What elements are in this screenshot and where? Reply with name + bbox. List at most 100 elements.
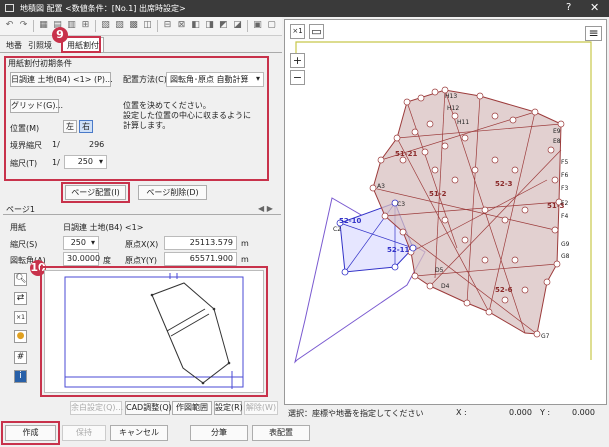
origin-y-unit: m [241, 255, 249, 264]
page-scale-select[interactable]: 250 ▾ [63, 236, 99, 250]
origin-x-unit: m [241, 239, 249, 248]
point-label: E8 [553, 138, 561, 145]
status-y-value: 0.000 [572, 408, 595, 417]
status-text: 選択：座標や地番を指定してください [288, 409, 424, 418]
fit-view-icon[interactable]: ▭ [309, 24, 324, 39]
tool-icon[interactable]: ⊟ [162, 20, 173, 31]
paper-select-button[interactable]: 日調連 土地(B4) <1> (P)... [10, 72, 113, 87]
tool-icon[interactable]: ▧ [100, 20, 111, 31]
arrange-button[interactable]: 表配置 [252, 425, 310, 441]
map-svg: 51-21 51-2 52-3 51-3 52-10 52-11 52-6 A3… [294, 41, 592, 364]
tool-icon[interactable]: ▩ [128, 20, 139, 31]
bottom-bar: 作成 保持 キャンセル 分筆 表配置 [0, 421, 609, 447]
page-preview[interactable] [44, 270, 264, 393]
menu-icon[interactable]: ≡ [585, 26, 602, 41]
page-nav-arrows[interactable]: ◀ ▶ [258, 204, 273, 213]
tab-reference[interactable]: 引照境 [28, 40, 52, 51]
tool-icon[interactable]: ▦ [38, 20, 49, 31]
zoom-in-button[interactable]: + [290, 53, 305, 68]
parcel-label: 52-6 [495, 286, 513, 294]
grid-button[interactable]: グリッド(G)... [10, 99, 63, 113]
scale-select[interactable]: 250 ▾ [64, 155, 107, 169]
cancel-button[interactable]: キャンセル [110, 425, 168, 441]
boundary-scale-prefix: 1/ [52, 140, 60, 149]
status-y-label: Y : [540, 408, 551, 417]
scale-x1-icon[interactable]: ×1 [14, 311, 27, 324]
point-label: H11 [457, 119, 469, 126]
boundary-scale-value: 296 [89, 140, 105, 149]
margin-settings-button[interactable]: 余白設定(Q)... [70, 401, 123, 415]
rotation-field[interactable]: 30.0000 [63, 252, 100, 266]
page-place-button[interactable]: ページ配置(I) [65, 185, 126, 200]
position-right-button[interactable]: 右 [79, 120, 93, 133]
tool-icon[interactable]: ▨ [114, 20, 125, 31]
point-label: F2 [561, 200, 568, 207]
split-button[interactable]: 分筆 [190, 425, 248, 441]
point-label: A3 [377, 183, 385, 190]
origin-x-label: 原点X(X) [125, 240, 159, 249]
position-label: 位置(M) [10, 124, 40, 133]
settings-button[interactable]: 設定(R) [214, 401, 243, 415]
point-label: C2 [333, 226, 341, 233]
undo-icon[interactable]: ↶ [4, 20, 15, 31]
tool-icon[interactable]: ◧ [190, 20, 201, 31]
grid-icon[interactable]: # [14, 351, 27, 364]
tool-icon[interactable]: ◩ [218, 20, 229, 31]
search-icon[interactable]: 🔍︎ [14, 273, 27, 286]
point-label: F4 [561, 213, 568, 220]
title-bar: 地積図 配置 <数値条件：[No.1] 出席時設定> ? ✕ [0, 0, 609, 17]
tool-icon[interactable]: ⊠ [176, 20, 187, 31]
position-left-button[interactable]: 左 [63, 120, 77, 133]
parcel-label: 52-10 [339, 217, 362, 225]
app-icon [5, 4, 14, 12]
zoom-out-button[interactable]: − [290, 70, 305, 85]
tool-icon[interactable]: ⊞ [80, 20, 91, 31]
info-icon[interactable]: i [14, 370, 27, 383]
parcel-label: 51-2 [429, 190, 447, 198]
method-select[interactable]: 図転角･原点 自動計算 ▾ [166, 72, 264, 87]
map-view[interactable]: 51-21 51-2 52-3 51-3 52-10 52-11 52-6 A3… [284, 19, 607, 405]
cad-adjust-button[interactable]: CAD調整(Q) [125, 401, 172, 415]
point-label: F3 [561, 185, 568, 192]
tab-lot[interactable]: 地番 [6, 40, 22, 51]
point-label: H13 [445, 93, 457, 100]
release-button[interactable]: 解除(W) [244, 401, 278, 415]
toolbar: ↶ ↷ ▦ ▤ ▥ ⊞ ▧ ▨ ▩ ◫ ⊟ ⊠ ◧ ◨ ◩ ◪ ▣ ▢ [0, 17, 282, 36]
close-button[interactable]: ✕ [590, 1, 599, 14]
status-bar: 選択：座標や地番を指定してください X : 0.000 Y : 0.000 [284, 407, 607, 419]
tool-icon[interactable]: ▥ [66, 20, 77, 31]
page-scale-label: 縮尺(S) [10, 240, 38, 249]
point-label: G7 [541, 333, 550, 340]
method-label: 配置方法(C) [123, 75, 167, 84]
page-paper-label: 用紙 [10, 223, 26, 232]
draw-range-button[interactable]: 作図範囲 [172, 401, 212, 415]
keep-button[interactable]: 保持 [62, 425, 106, 441]
point-label: C3 [397, 201, 405, 208]
point-label: G8 [561, 253, 570, 260]
create-button[interactable]: 作成 [5, 425, 56, 441]
help-button[interactable]: ? [566, 2, 571, 13]
origin-y-field[interactable]: 65571.900 [164, 252, 237, 266]
transfer-icon[interactable]: ⇄ [14, 292, 27, 305]
bulb-icon[interactable]: ● [14, 330, 27, 343]
page-paper-value: 日調連 土地(B4) <1> [63, 223, 144, 232]
page-delete-button[interactable]: ページ削除(D) [138, 185, 207, 200]
note-line3: 計算します。 [123, 121, 171, 130]
tool-icon[interactable]: ◫ [142, 20, 153, 31]
point-label: D4 [441, 283, 450, 290]
preview-svg [64, 273, 244, 389]
scale-x1-button[interactable]: ×1 [290, 24, 305, 39]
tool-icon[interactable]: ◨ [204, 20, 215, 31]
redo-icon[interactable]: ↷ [18, 20, 29, 31]
origin-x-field[interactable]: 25113.579 [164, 236, 237, 250]
scale-prefix: 1/ [52, 158, 60, 167]
tool-icon[interactable]: ▣ [252, 20, 263, 31]
parcel-label: 52-3 [495, 180, 513, 188]
point-label: E9 [553, 128, 561, 135]
boundary-scale-label: 境界縮尺 [10, 141, 42, 150]
status-x-value: 0.000 [509, 408, 532, 417]
tool-icon[interactable]: ▢ [266, 20, 277, 31]
tab-bar: 地番 引照境 用紙割付 [0, 36, 282, 53]
tool-icon[interactable]: ◪ [232, 20, 243, 31]
parcel-label: 52-11 [387, 246, 410, 254]
